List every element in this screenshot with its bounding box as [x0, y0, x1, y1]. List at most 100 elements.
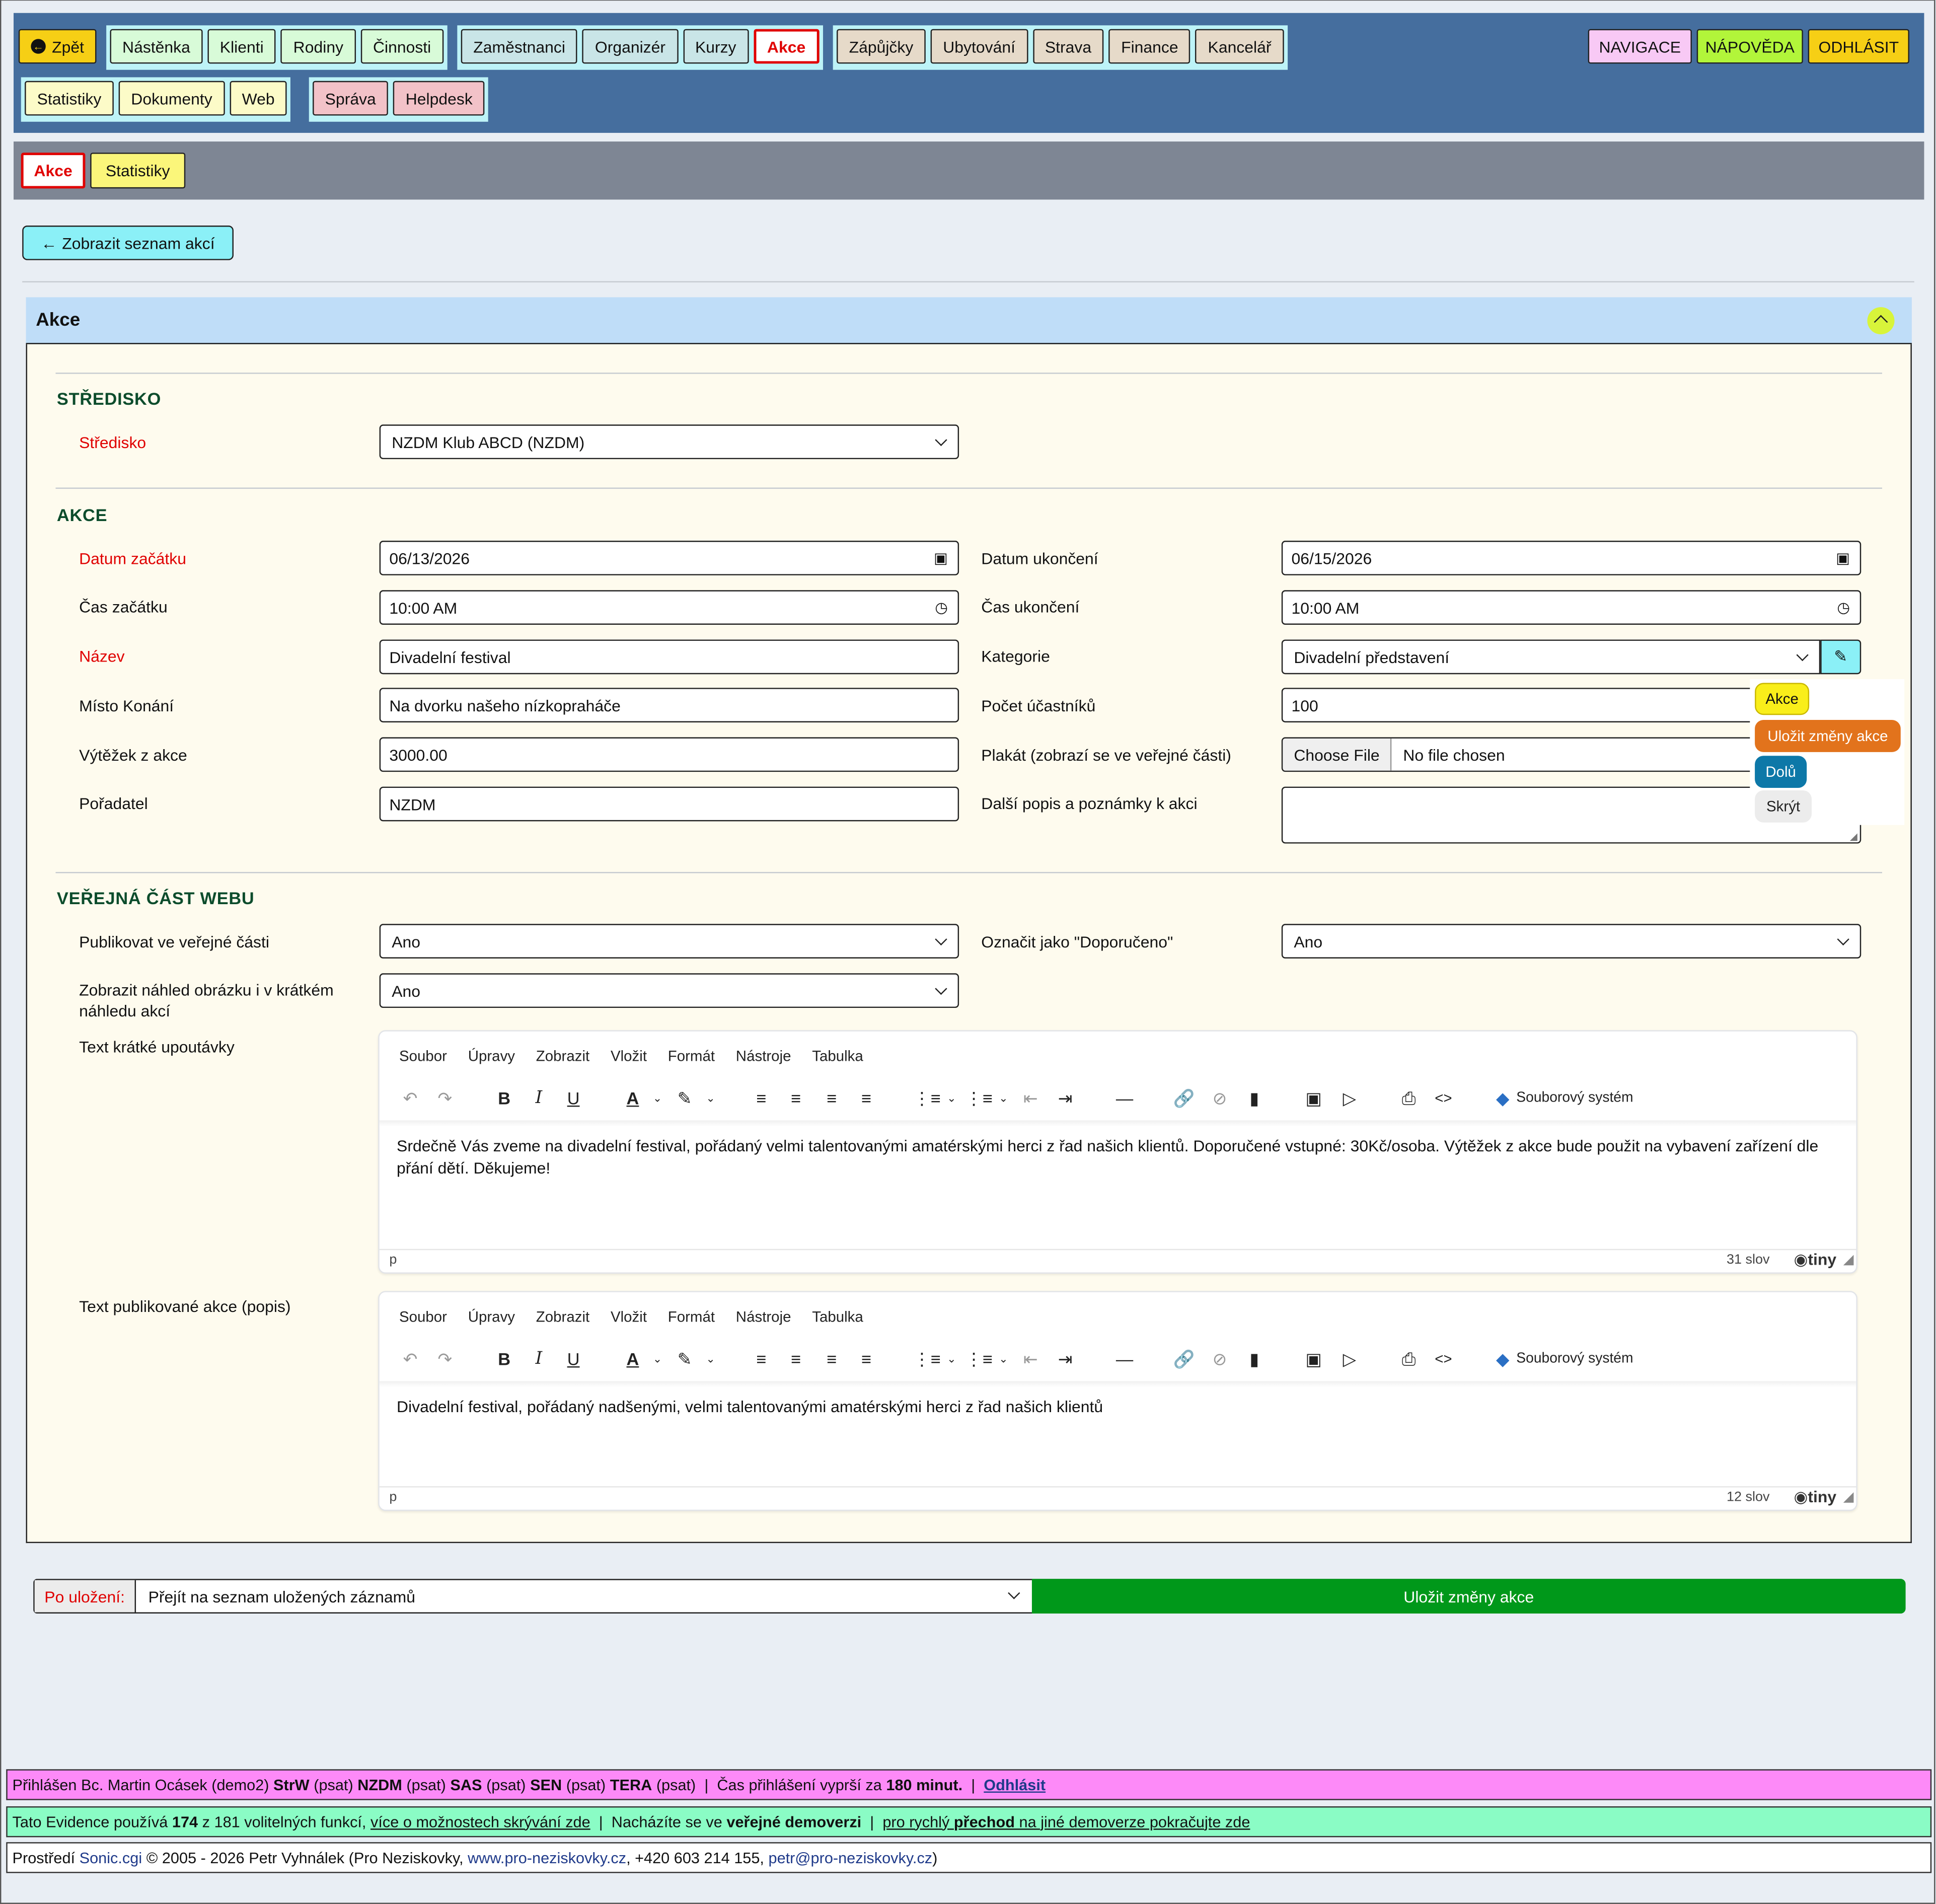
- nav-web[interactable]: Web: [230, 81, 287, 116]
- collapse-button[interactable]: [1867, 307, 1895, 335]
- link-icon[interactable]: 🔗: [1170, 1086, 1198, 1111]
- nav-nastenka[interactable]: Nástěnka: [110, 29, 203, 64]
- calendar-icon[interactable]: ▣: [1836, 549, 1850, 566]
- highlight-icon[interactable]: ✎: [671, 1086, 698, 1111]
- indent-icon[interactable]: ⇥: [1052, 1086, 1079, 1111]
- nav-zamestnanci[interactable]: Zaměstnanci: [461, 29, 578, 64]
- bullet-list-icon[interactable]: ⋮≡: [913, 1086, 940, 1111]
- menu-vlozit[interactable]: Vložit: [611, 1308, 647, 1326]
- filesystem-icon[interactable]: ◆: [1489, 1347, 1516, 1371]
- outdent-icon[interactable]: ⇤: [1017, 1347, 1044, 1371]
- print-icon[interactable]: ⎙: [1395, 1086, 1423, 1111]
- menu-nastroje[interactable]: Nástroje: [736, 1308, 791, 1326]
- filesystem-button[interactable]: Souborový systém: [1516, 1086, 1633, 1111]
- after-save-select[interactable]: Přejít na seznam uložených záznamů: [137, 1580, 1031, 1613]
- float-akce-button[interactable]: Akce: [1755, 683, 1810, 715]
- underline-icon[interactable]: U: [560, 1086, 587, 1111]
- chevron-down-icon[interactable]: ⌄: [697, 1086, 724, 1111]
- nav-zapujcky[interactable]: Zápůjčky: [837, 29, 926, 64]
- cas-zacatku-input[interactable]: 10:00 AM ◷: [379, 590, 959, 625]
- underline-icon[interactable]: U: [560, 1347, 587, 1371]
- media-icon[interactable]: ▷: [1336, 1086, 1363, 1111]
- bookmark-icon[interactable]: ▮: [1241, 1347, 1268, 1371]
- filesystem-button[interactable]: Souborový systém: [1516, 1347, 1633, 1371]
- undo-icon[interactable]: ↶: [397, 1086, 424, 1111]
- align-left-icon[interactable]: ≡: [748, 1086, 775, 1111]
- align-justify-icon[interactable]: ≡: [853, 1347, 880, 1371]
- odhlasit-button[interactable]: ODHLÁSIT: [1808, 29, 1909, 64]
- kategorie-select[interactable]: Divadelní představení: [1281, 639, 1821, 675]
- doporuceno-select[interactable]: Ano: [1281, 924, 1861, 959]
- menu-zobrazit[interactable]: Zobrazit: [536, 1048, 589, 1065]
- menu-zobrazit[interactable]: Zobrazit: [536, 1308, 589, 1326]
- horizontal-rule-icon[interactable]: —: [1111, 1347, 1138, 1371]
- vytezek-input[interactable]: 3000.00: [379, 737, 959, 772]
- datum-ukonceni-input[interactable]: 06/15/2026 ▣: [1281, 541, 1861, 575]
- nav-statistiky[interactable]: Statistiky: [25, 81, 114, 116]
- nav-finance[interactable]: Finance: [1108, 29, 1191, 64]
- editor-content[interactable]: Divadelní festival, pořádaný nadšenými, …: [397, 1396, 1839, 1418]
- align-center-icon[interactable]: ≡: [782, 1086, 809, 1111]
- sonic-link[interactable]: Sonic.cgi: [80, 1849, 142, 1866]
- code-icon[interactable]: <>: [1430, 1086, 1457, 1111]
- menu-format[interactable]: Formát: [668, 1048, 715, 1065]
- filesystem-icon[interactable]: ◆: [1489, 1086, 1516, 1111]
- demo-switch-link[interactable]: pro rychlý přechod na jiné demoverze pok…: [882, 1813, 1250, 1830]
- editor-content[interactable]: Srdečně Vás zveme na divadelní festival,…: [397, 1135, 1839, 1180]
- media-icon[interactable]: ▷: [1336, 1347, 1363, 1371]
- horizontal-rule-icon[interactable]: —: [1111, 1086, 1138, 1111]
- subnav-statistiky[interactable]: Statistiky: [90, 153, 186, 189]
- nav-dokumenty[interactable]: Dokumenty: [118, 81, 225, 116]
- bookmark-icon[interactable]: ▮: [1241, 1086, 1268, 1111]
- back-button[interactable]: ← Zpět: [18, 29, 97, 64]
- resize-handle-icon[interactable]: ◢: [1850, 831, 1857, 842]
- clock-icon[interactable]: ◷: [935, 599, 948, 616]
- resize-handle-icon[interactable]: ◢: [1843, 1489, 1854, 1505]
- menu-tabulka[interactable]: Tabulka: [812, 1308, 863, 1326]
- chevron-down-icon[interactable]: ⌄: [938, 1347, 965, 1371]
- publikovat-select[interactable]: Ano: [379, 924, 959, 959]
- edit-kategorie-button[interactable]: ✎: [1820, 639, 1861, 675]
- print-icon[interactable]: ⎙: [1395, 1347, 1423, 1371]
- nazev-input[interactable]: Divadelní festival: [379, 639, 959, 675]
- bullet-list-icon[interactable]: ⋮≡: [913, 1347, 940, 1371]
- nav-cinnosti[interactable]: Činnosti: [360, 29, 443, 64]
- link-icon[interactable]: 🔗: [1170, 1347, 1198, 1371]
- nav-kurzy[interactable]: Kurzy: [683, 29, 749, 64]
- menu-nastroje[interactable]: Nástroje: [736, 1048, 791, 1065]
- website-link[interactable]: www.pro-neziskovky.cz: [468, 1849, 626, 1866]
- code-icon[interactable]: <>: [1430, 1347, 1457, 1371]
- choose-file-button[interactable]: Choose File: [1283, 738, 1392, 771]
- unlink-icon[interactable]: ⊘: [1206, 1347, 1233, 1371]
- nav-strava[interactable]: Strava: [1032, 29, 1104, 64]
- float-down-button[interactable]: Dolů: [1755, 756, 1807, 788]
- float-hide-button[interactable]: Skrýt: [1755, 790, 1812, 823]
- email-link[interactable]: petr@pro-neziskovky.cz: [769, 1849, 933, 1866]
- chevron-down-icon[interactable]: ⌄: [644, 1347, 671, 1371]
- chevron-down-icon[interactable]: ⌄: [990, 1347, 1017, 1371]
- align-right-icon[interactable]: ≡: [818, 1347, 845, 1371]
- show-list-button[interactable]: ← Zobrazit seznam akcí: [22, 226, 234, 260]
- italic-icon[interactable]: I: [525, 1086, 552, 1111]
- nahled-select[interactable]: Ano: [379, 973, 959, 1008]
- nav-rodiny[interactable]: Rodiny: [281, 29, 356, 64]
- save-button[interactable]: Uložit změny akce: [1031, 1579, 1906, 1614]
- image-icon[interactable]: ▣: [1300, 1086, 1327, 1111]
- stredisko-select[interactable]: NZDM Klub ABCD (NZDM): [379, 424, 959, 460]
- menu-soubor[interactable]: Soubor: [399, 1048, 447, 1065]
- unlink-icon[interactable]: ⊘: [1206, 1086, 1233, 1111]
- cas-ukonceni-input[interactable]: 10:00 AM ◷: [1281, 590, 1861, 625]
- misto-input[interactable]: Na dvorku našeho nízkopraháče: [379, 688, 959, 722]
- align-center-icon[interactable]: ≡: [782, 1347, 809, 1371]
- subnav-akce[interactable]: Akce: [21, 153, 86, 189]
- menu-upravy[interactable]: Úpravy: [468, 1308, 515, 1326]
- align-justify-icon[interactable]: ≡: [853, 1086, 880, 1111]
- napoveda-button[interactable]: NÁPOVĚDA: [1696, 29, 1803, 64]
- bold-icon[interactable]: B: [491, 1347, 518, 1371]
- numbered-list-icon[interactable]: ⋮≡: [965, 1347, 992, 1371]
- datum-zacatku-input[interactable]: 06/13/2026 ▣: [379, 541, 959, 575]
- text-color-icon[interactable]: A: [619, 1086, 646, 1111]
- nav-ubytovani[interactable]: Ubytování: [930, 29, 1028, 64]
- italic-icon[interactable]: I: [525, 1347, 552, 1371]
- align-left-icon[interactable]: ≡: [748, 1347, 775, 1371]
